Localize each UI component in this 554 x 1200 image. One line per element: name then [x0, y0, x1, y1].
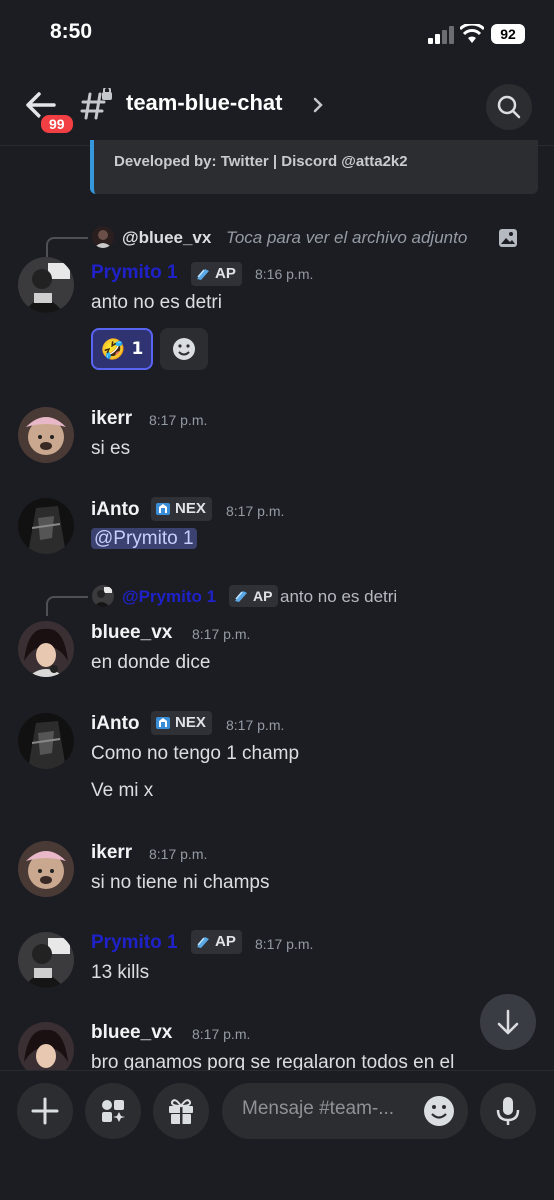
- clan-tag[interactable]: AP: [229, 585, 279, 607]
- nex-tag-icon: [156, 717, 170, 729]
- clan-tag-label: NEX: [175, 500, 206, 517]
- image-icon: [499, 229, 517, 247]
- clan-tag[interactable]: NEX: [151, 711, 212, 735]
- reaction-button[interactable]: 🤣 1: [91, 328, 153, 370]
- message-author[interactable]: Prymito 1: [91, 932, 178, 954]
- reply-author[interactable]: @Prymito 1: [122, 587, 216, 607]
- emoji-icon[interactable]: [422, 1094, 456, 1128]
- clan-tag[interactable]: NEX: [151, 497, 212, 521]
- message-input-placeholder: Mensaje #team-...: [242, 1098, 395, 1119]
- message-text: 13 kills: [91, 962, 150, 983]
- reply-avatar: [92, 585, 114, 607]
- avatar[interactable]: [18, 932, 74, 988]
- plus-icon: [31, 1097, 59, 1125]
- ap-tag-icon: [235, 591, 247, 602]
- avatar[interactable]: [18, 841, 74, 897]
- message-text: en donde dice: [91, 652, 211, 673]
- message-timestamp: 8:16 p.m.: [255, 266, 314, 282]
- message-timestamp: 8:17 p.m.: [226, 717, 285, 733]
- status-time: 8:50: [50, 20, 93, 43]
- apps-icon: [102, 1100, 125, 1122]
- nex-tag-icon: [156, 503, 170, 515]
- avatar[interactable]: [18, 713, 74, 769]
- message-author[interactable]: iAnto: [91, 713, 140, 735]
- search-button[interactable]: [486, 84, 532, 130]
- message-author[interactable]: bluee_vx: [91, 622, 172, 644]
- reaction-count: 1: [131, 339, 144, 359]
- avatar[interactable]: [18, 407, 74, 463]
- reply-preview[interactable]: anto no es detri: [280, 587, 397, 607]
- message-author[interactable]: ikerr: [91, 842, 132, 864]
- microphone-icon: [496, 1097, 520, 1125]
- clan-tag-label: NEX: [175, 714, 206, 731]
- clan-tag-label: AP: [215, 265, 236, 282]
- hash-lock-icon: [80, 88, 112, 120]
- user-mention[interactable]: @Prymito 1: [91, 528, 197, 549]
- gift-icon: [169, 1099, 193, 1124]
- message-text: Como no tengo 1 champ: [91, 743, 300, 764]
- ap-tag-icon: [197, 269, 209, 280]
- message-text: si es: [91, 438, 131, 459]
- battery-indicator: 92: [491, 24, 525, 44]
- jump-to-present-button[interactable]: [480, 994, 536, 1050]
- reply-preview[interactable]: Toca para ver el archivo adjunto: [226, 228, 467, 248]
- clan-tag[interactable]: AP: [191, 930, 242, 954]
- reply-connector: [46, 596, 88, 616]
- reply-connector: [46, 237, 88, 257]
- clan-tag[interactable]: AP: [191, 262, 242, 286]
- search-icon: [497, 95, 521, 119]
- chat-screen: 8:50 92 99 team-blue-chat Developed by: …: [0, 0, 554, 1200]
- channel-title[interactable]: team-blue-chat: [126, 90, 282, 116]
- reply-avatar: [92, 226, 114, 248]
- message-timestamp: 8:17 p.m.: [192, 626, 251, 642]
- message-text: si no tiene ni champs: [91, 872, 270, 893]
- emoji-icon: [173, 338, 195, 360]
- apps-button[interactable]: [85, 1083, 141, 1139]
- message-timestamp: 8:17 p.m.: [149, 412, 208, 428]
- avatar[interactable]: [18, 621, 74, 677]
- avatar[interactable]: [18, 498, 74, 554]
- avatar[interactable]: [18, 257, 74, 313]
- message-author[interactable]: iAnto: [91, 499, 140, 521]
- signal-icon: [428, 26, 454, 44]
- message-timestamp: 8:17 p.m.: [226, 503, 285, 519]
- unread-badge: 99: [38, 112, 76, 136]
- message-text: anto no es detri: [91, 292, 222, 313]
- gift-button[interactable]: [153, 1083, 209, 1139]
- reaction-emoji: 🤣: [100, 337, 126, 361]
- clan-tag-label: AP: [253, 588, 273, 604]
- message-text: Ve mi x: [91, 780, 154, 801]
- message-author[interactable]: bluee_vx: [91, 1022, 172, 1044]
- attach-button[interactable]: [17, 1083, 73, 1139]
- message-body: @Prymito 1: [91, 528, 197, 550]
- embed-footer-text: Developed by: Twitter | Discord @atta2k2: [114, 153, 408, 170]
- clan-tag-label: AP: [215, 933, 236, 950]
- message-author[interactable]: Prymito 1: [91, 262, 178, 284]
- scroll-down-icon: [497, 1009, 519, 1035]
- voice-message-button[interactable]: [480, 1083, 536, 1139]
- message-timestamp: 8:17 p.m.: [255, 936, 314, 952]
- wifi-icon: [460, 24, 484, 43]
- message-timestamp: 8:17 p.m.: [149, 846, 208, 862]
- reply-author[interactable]: @bluee_vx: [122, 228, 211, 248]
- message-author[interactable]: ikerr: [91, 408, 132, 430]
- add-reaction-button[interactable]: [160, 328, 208, 370]
- message-timestamp: 8:17 p.m.: [192, 1026, 251, 1042]
- chevron-right-icon[interactable]: [312, 96, 324, 114]
- ap-tag-icon: [197, 937, 209, 948]
